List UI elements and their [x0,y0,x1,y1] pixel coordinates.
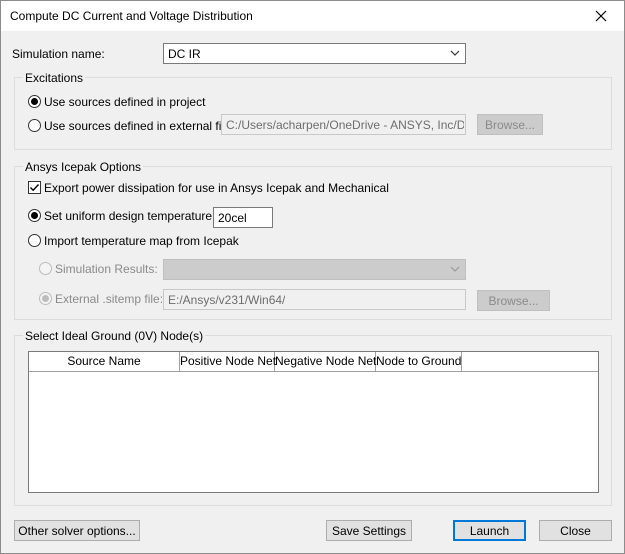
simulation-name-label: Simulation name: [12,47,105,61]
column-negative-node-net[interactable]: Negative Node Net [275,352,376,372]
external-sitemp-radio[interactable] [39,292,52,305]
external-file-path-field[interactable]: C:/Users/acharpen/OneDrive - ANSYS, Inc/… [221,114,466,135]
use-project-sources-radio[interactable] [28,95,41,108]
dialog-window: Compute DC Current and Voltage Distribut… [0,0,625,554]
export-power-checkbox[interactable] [28,181,41,194]
launch-button[interactable]: Launch [453,520,526,541]
use-project-sources-label: Use sources defined in project [44,95,206,109]
uniform-temperature-input[interactable]: 20cel [213,207,273,228]
simulation-name-value: DC IR [168,47,201,61]
window-title: Compute DC Current and Voltage Distribut… [10,9,253,23]
ground-node-table[interactable]: Source Name Positive Node Net Negative N… [28,351,599,493]
chevron-down-icon [450,266,460,272]
excitations-title: Excitations [23,71,86,85]
external-sitemp-value: E:/Ansys/v231/Win64/ [168,293,286,307]
export-power-label: Export power dissipation for use in Ansy… [44,181,389,195]
simulation-name-select[interactable]: DC IR [163,43,466,64]
simulation-results-label: Simulation Results: [55,262,158,276]
import-temperature-map-radio[interactable] [28,234,41,247]
import-temperature-map-label: Import temperature map from Icepak [44,234,239,248]
column-node-to-ground[interactable]: Node to Ground [376,352,462,372]
simulation-results-radio[interactable] [39,262,52,275]
use-external-sources-label: Use sources defined in external file [44,119,231,133]
external-sitemp-field[interactable]: E:/Ansys/v231/Win64/ [163,289,466,310]
close-button[interactable]: Close [539,520,612,541]
title-bar[interactable]: Compute DC Current and Voltage Distribut… [1,1,624,31]
external-sitemp-label: External .sitemp file: [55,292,164,306]
close-window-button[interactable] [578,1,624,31]
close-icon [595,10,607,22]
ground-node-title: Select Ideal Ground (0V) Node(s) [23,329,206,343]
save-settings-button[interactable]: Save Settings [326,520,412,541]
other-solver-options-button[interactable]: Other solver options... [14,520,140,541]
column-positive-node-net[interactable]: Positive Node Net [180,352,276,372]
use-external-sources-radio[interactable] [28,119,41,132]
chevron-down-icon [450,50,460,56]
external-file-path-value: C:/Users/acharpen/OneDrive - ANSYS, Inc/… [226,118,464,132]
uniform-temperature-value: 20cel [218,211,247,225]
ground-node-table-header: Source Name Positive Node Net Negative N… [29,352,598,372]
simulation-results-select[interactable] [163,259,466,280]
checkmark-icon [30,184,40,192]
uniform-temperature-label: Set uniform design temperature to [44,209,226,223]
uniform-temperature-radio[interactable] [28,209,41,222]
column-source-name[interactable]: Source Name [29,352,180,372]
sitemp-browse-button[interactable]: Browse... [477,290,550,311]
icepak-options-title: Ansys Icepak Options [23,160,144,174]
excitations-browse-button[interactable]: Browse... [477,114,543,135]
